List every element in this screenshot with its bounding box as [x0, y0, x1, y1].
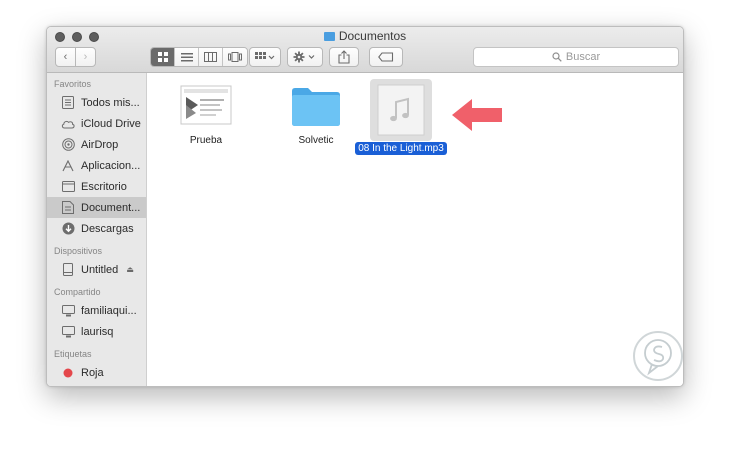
- file-name: Solvetic: [298, 135, 334, 146]
- list-view-button[interactable]: [175, 48, 199, 66]
- sidebar-item-label: Aplicacion...: [81, 159, 141, 172]
- search-icon: [552, 52, 562, 62]
- file-area: Prueba Solvetic 08 In the Light.mp3: [148, 73, 683, 386]
- sidebar-item-label: AirDrop: [81, 138, 119, 151]
- arrange-button[interactable]: [249, 47, 281, 67]
- gear-icon: [293, 51, 315, 63]
- search-placeholder: Buscar: [565, 51, 601, 63]
- selection-highlight: [370, 79, 432, 141]
- sidebar-item-aplicaciones[interactable]: Aplicacion...: [47, 155, 146, 176]
- sidebar-item-untitled[interactable]: Untitled ⏏: [47, 259, 146, 280]
- cover-flow-button[interactable]: [223, 48, 247, 66]
- sidebar-item-label: iCloud Drive: [81, 117, 141, 130]
- sidebar: Favoritos Todos mis... iCloud Drive AirD…: [47, 73, 147, 386]
- file-name: Prueba: [189, 135, 223, 146]
- sidebar-item-laurisq[interactable]: laurisq: [47, 321, 146, 342]
- folder-title-icon: [323, 32, 335, 41]
- forward-button[interactable]: ›: [75, 47, 96, 67]
- tags-button[interactable]: [369, 47, 403, 67]
- cloud-icon: [61, 117, 75, 131]
- sidebar-item-label: Escritorio: [81, 180, 127, 193]
- view-mode-group: [150, 47, 248, 67]
- window-title-text: Documentos: [338, 29, 407, 43]
- logo-watermark: [633, 331, 683, 381]
- sidebar-item-label: Untitled: [81, 263, 119, 276]
- disk-icon: [61, 263, 75, 277]
- title-bar: Documentos ‹ › Buscar: [47, 27, 683, 73]
- eject-icon[interactable]: ⏏: [126, 265, 134, 274]
- desktop-icon: [61, 180, 75, 194]
- window-title: Documentos: [47, 29, 683, 43]
- action-button[interactable]: [287, 47, 323, 67]
- applications-icon: [61, 159, 75, 173]
- cover-flow-icon: [228, 52, 242, 62]
- icon-view-button[interactable]: [151, 48, 175, 66]
- file-name-selected[interactable]: 08 In the Light.mp3: [355, 142, 447, 155]
- folder-icon: [290, 85, 342, 127]
- sidebar-section-dispositivos: Dispositivos: [54, 246, 103, 256]
- sidebar-item-roja[interactable]: Roja: [47, 362, 146, 383]
- finder-window: Documentos ‹ › Buscar Favoritos Todos mi…: [46, 26, 684, 387]
- sidebar-item-label: Todos mis...: [81, 96, 140, 109]
- tag-icon: [378, 52, 394, 62]
- sidebar-item-escritorio[interactable]: Escritorio: [47, 176, 146, 197]
- share-icon: [338, 50, 350, 64]
- red-arrow-icon: [452, 99, 502, 131]
- column-view-button[interactable]: [199, 48, 223, 66]
- audio-file-icon: [377, 84, 425, 136]
- sidebar-item-label: Document...: [81, 201, 141, 214]
- list-view-icon: [180, 52, 193, 61]
- share-button[interactable]: [329, 47, 359, 67]
- sidebar-section-etiquetas: Etiquetas: [54, 349, 92, 359]
- column-view-icon: [204, 52, 217, 62]
- arrange-grid-icon: [255, 52, 275, 60]
- sidebar-item-icloud-drive[interactable]: iCloud Drive: [47, 113, 146, 134]
- all-files-icon: [61, 96, 75, 110]
- sidebar-section-favoritos: Favoritos: [54, 79, 92, 89]
- sidebar-item-todos-mis-archivos[interactable]: Todos mis...: [47, 92, 146, 113]
- sidebar-section-compartido: Compartido: [54, 287, 101, 297]
- sidebar-item-label: familiaqui...: [81, 304, 137, 317]
- sidebar-item-documentos[interactable]: Document...: [47, 197, 146, 218]
- sidebar-item-label: Roja: [81, 366, 104, 379]
- airdrop-icon: [61, 138, 75, 152]
- back-button[interactable]: ‹: [55, 47, 76, 67]
- document-thumbnail-icon: [180, 85, 232, 125]
- computer-icon: [61, 304, 75, 318]
- documents-icon: [61, 201, 75, 215]
- sidebar-item-familiaquiroga[interactable]: familiaqui...: [47, 300, 146, 321]
- search-field[interactable]: Buscar: [473, 47, 679, 67]
- sidebar-item-label: laurisq: [81, 325, 114, 338]
- sidebar-item-airdrop[interactable]: AirDrop: [47, 134, 146, 155]
- sidebar-item-label: Descargas: [81, 222, 134, 235]
- file-item-08-in-the-light[interactable]: 08 In the Light.mp3: [353, 79, 449, 155]
- icon-view-icon: [157, 52, 168, 62]
- file-item-solvetic[interactable]: Solvetic: [276, 85, 356, 147]
- downloads-icon: [61, 222, 75, 236]
- sidebar-item-descargas[interactable]: Descargas: [47, 218, 146, 239]
- solvetic-logo-icon: [644, 339, 672, 376]
- computer-icon: [61, 325, 75, 339]
- red-tag-icon: [61, 366, 75, 380]
- file-item-prueba[interactable]: Prueba: [166, 85, 246, 147]
